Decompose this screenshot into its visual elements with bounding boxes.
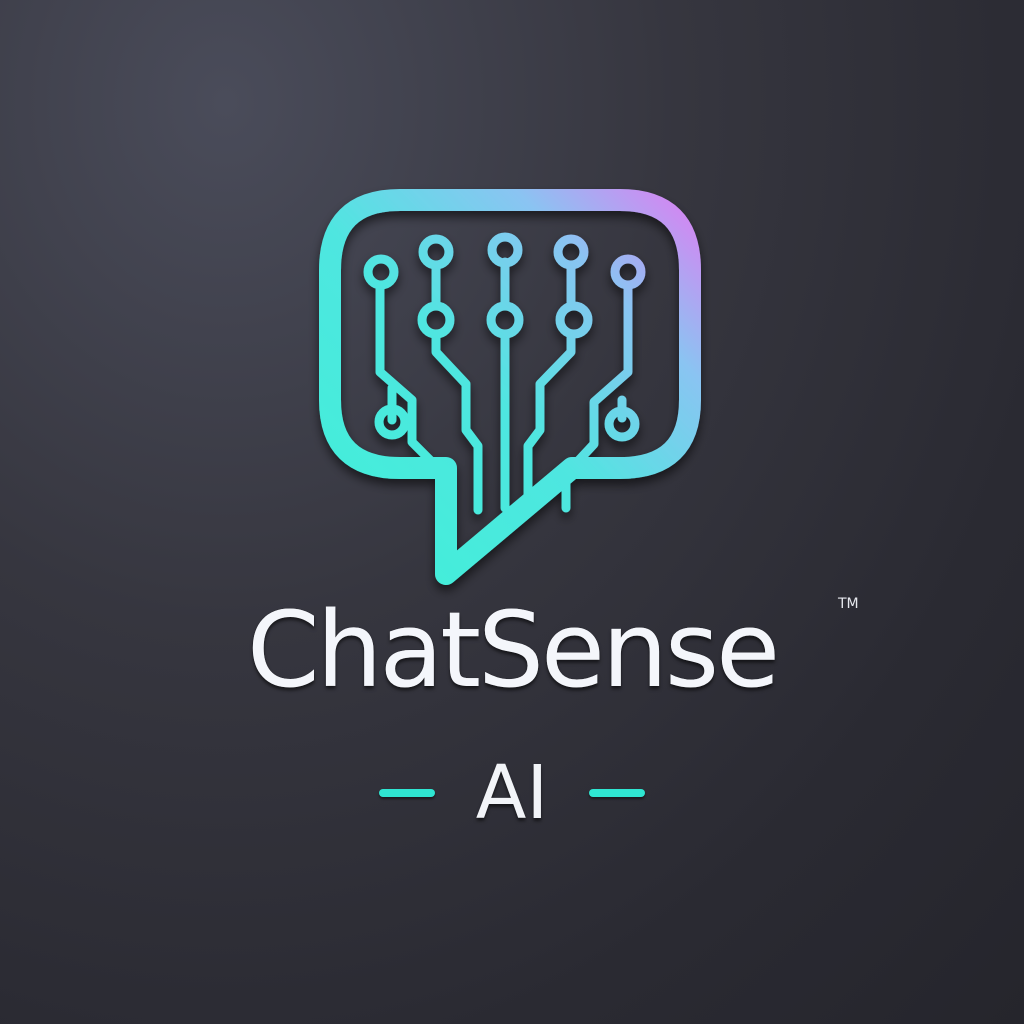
chat-bubble-circuit-icon [319, 189, 701, 585]
trademark-symbol: TM [838, 596, 859, 612]
tagline: AI [0, 756, 1024, 830]
tagline-text: AI [475, 750, 549, 836]
brand-name-text: ChatSense [246, 589, 780, 711]
tagline-right-dash [589, 789, 646, 797]
brand-name: ChatSense [0, 598, 1024, 702]
logo-canvas: ChatSense TM AI [0, 0, 1024, 1024]
tagline-left-dash [378, 789, 435, 797]
